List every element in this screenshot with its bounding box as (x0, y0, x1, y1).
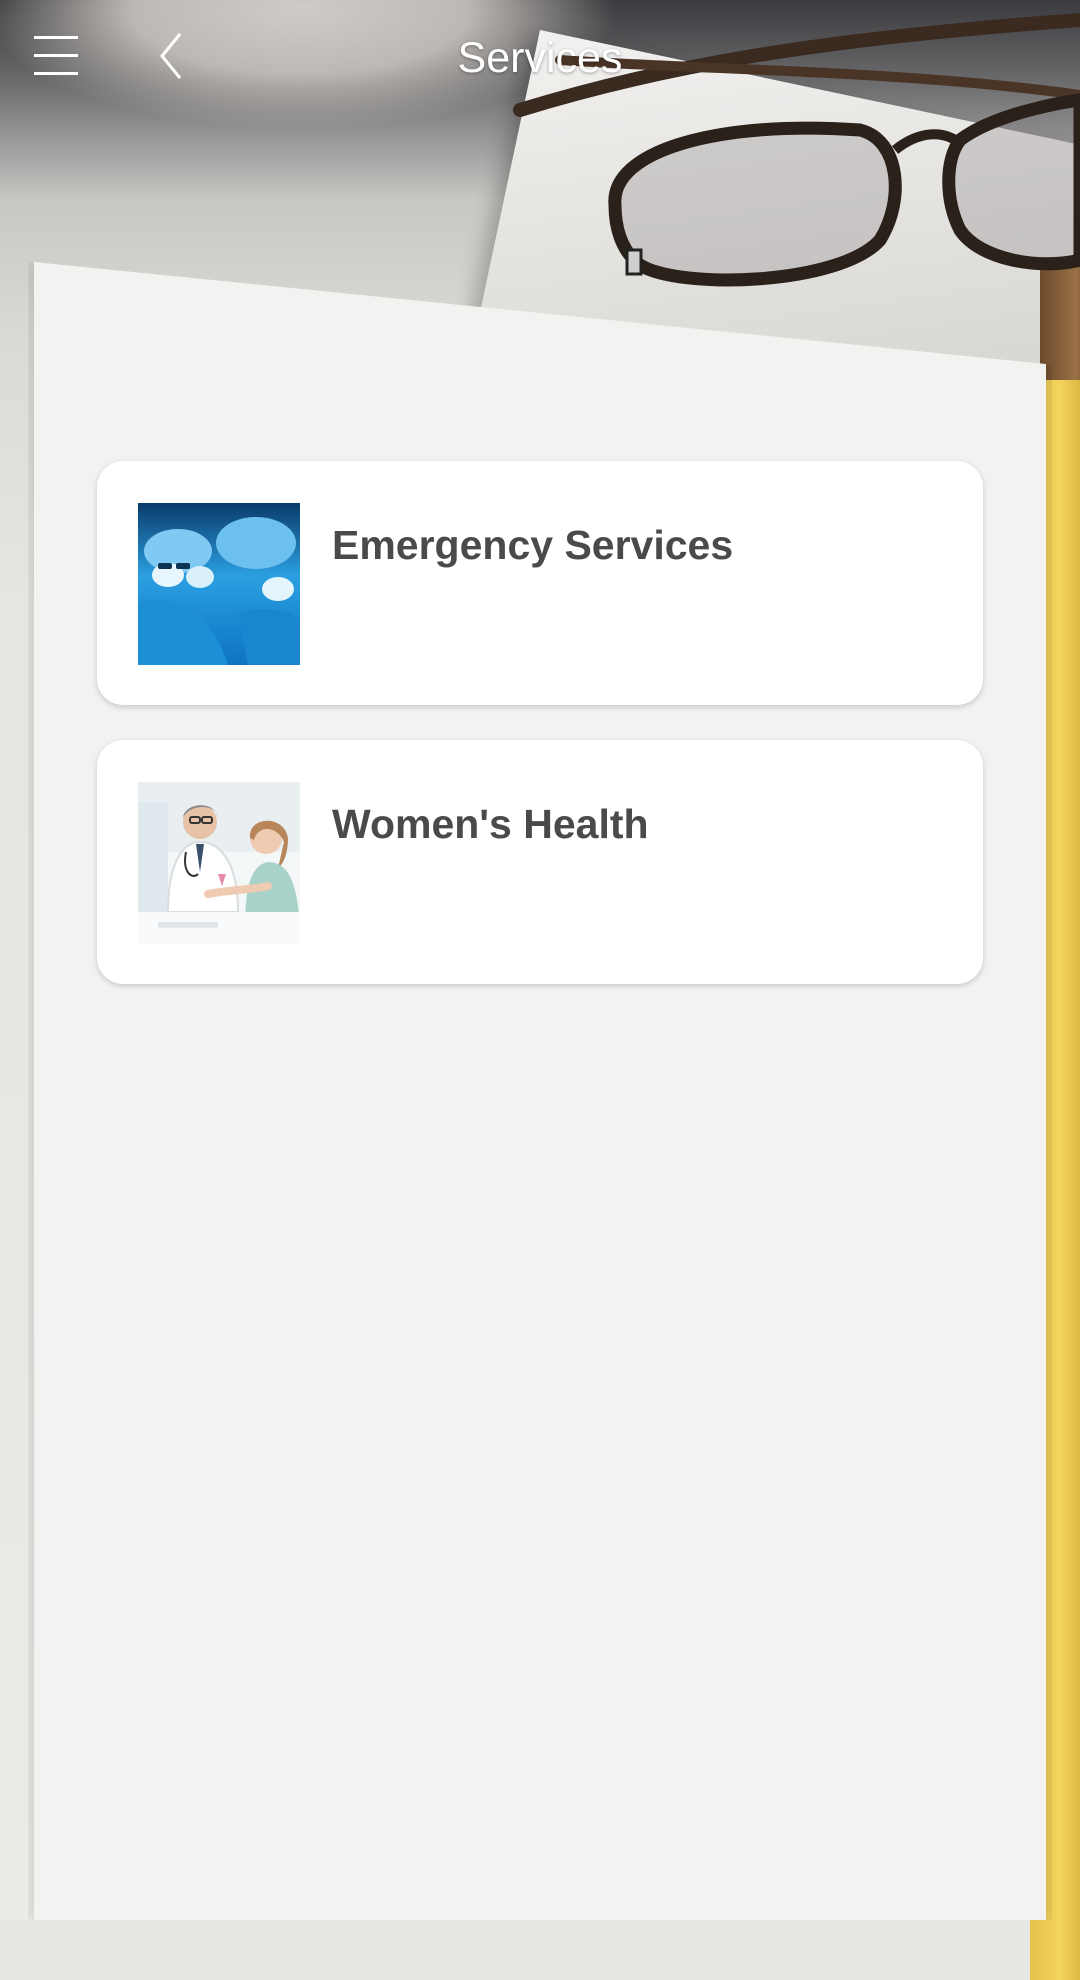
service-card-emergency-services[interactable]: Emergency Services (97, 461, 983, 705)
app-header: Services (0, 0, 1080, 115)
surgeons-operating-photo (138, 503, 300, 665)
service-card-womens-health[interactable]: Women's Health (97, 740, 983, 984)
service-card-label: Emergency Services (332, 522, 734, 568)
service-card-label: Women's Health (332, 801, 649, 847)
page-title: Services (457, 34, 623, 82)
doctor-patient-consultation-photo (138, 782, 300, 944)
